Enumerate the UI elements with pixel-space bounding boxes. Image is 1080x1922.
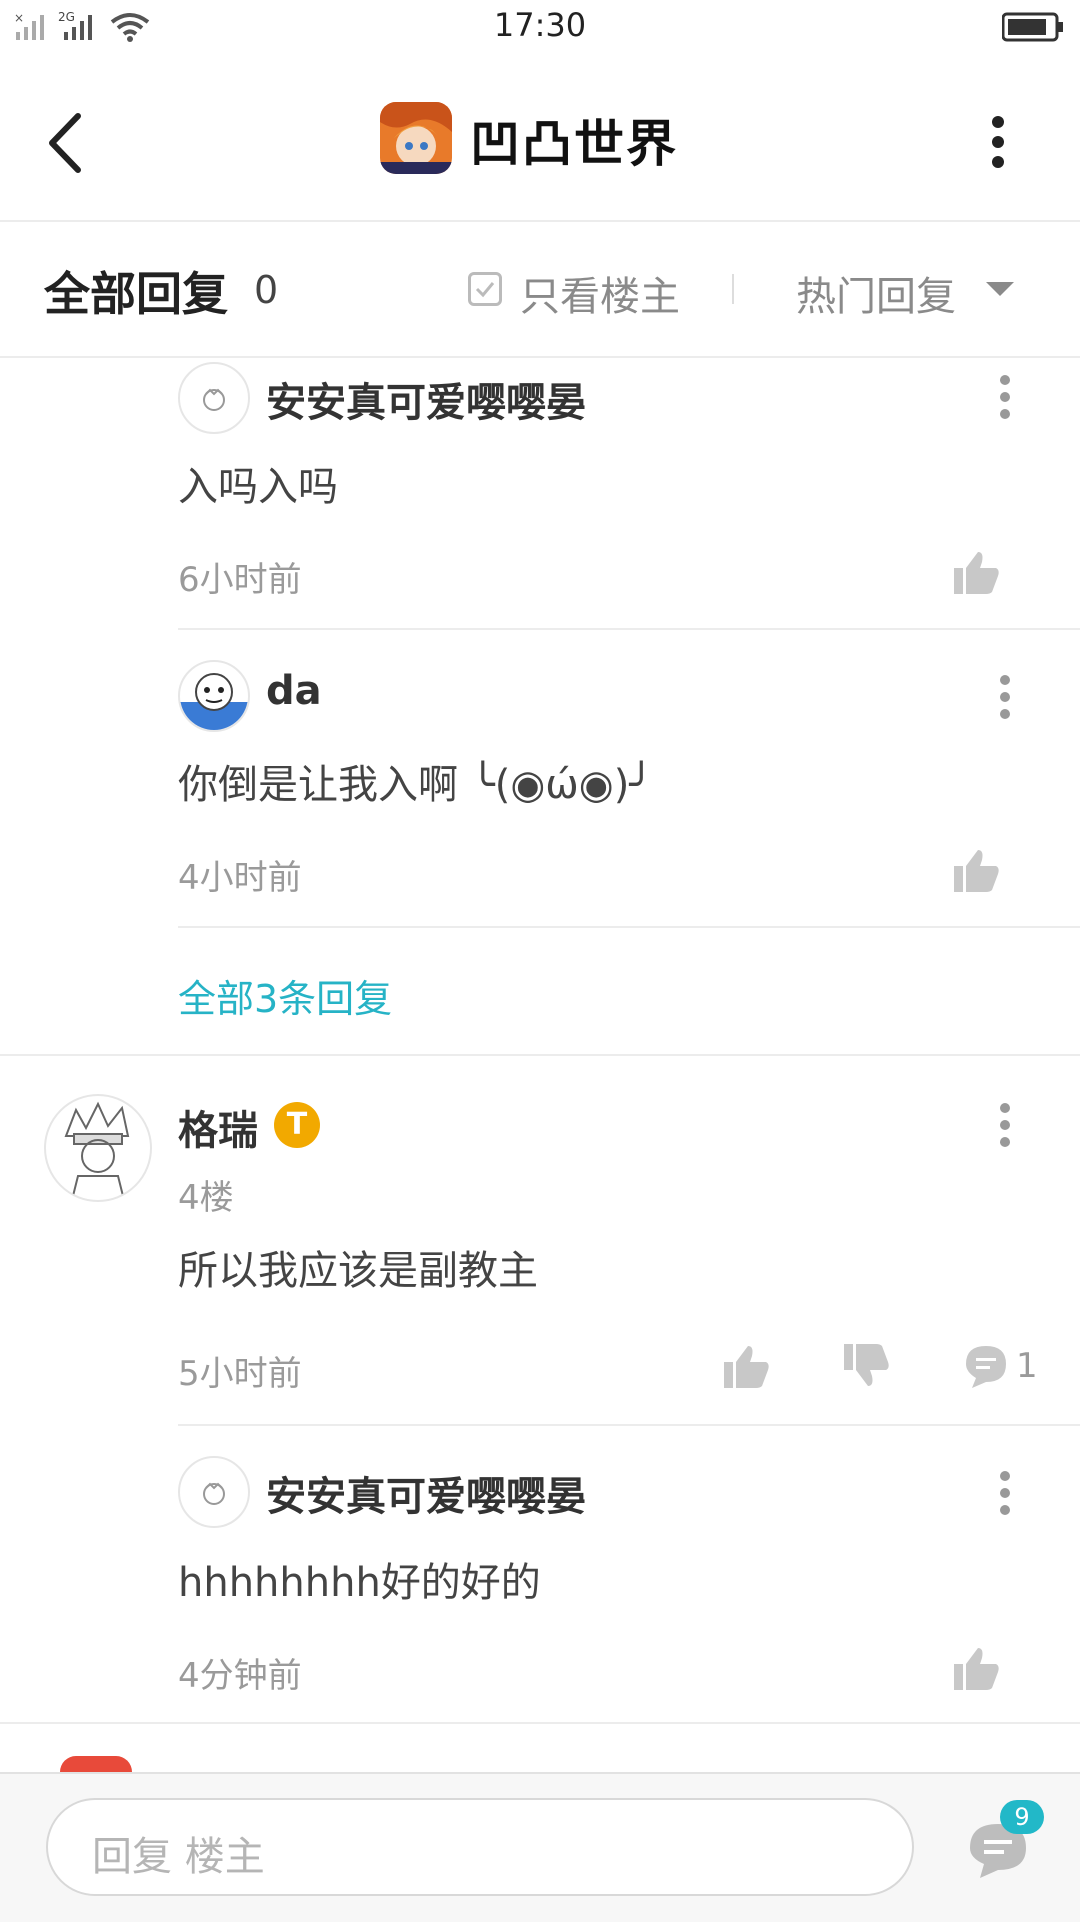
- more-options-icon[interactable]: [995, 1100, 1015, 1150]
- back-arrow-icon[interactable]: [40, 108, 94, 178]
- username[interactable]: 格瑞: [178, 1098, 258, 1156]
- comment-icon[interactable]: [962, 1342, 1010, 1390]
- username[interactable]: 安安真可爱嘤嘤晏: [266, 370, 586, 428]
- only-op-checkbox[interactable]: [468, 272, 502, 306]
- username[interactable]: 安安真可爱嘤嘤晏: [266, 1464, 586, 1522]
- user-level-badge: T: [274, 1102, 320, 1148]
- avatar[interactable]: [178, 362, 250, 434]
- page-title: 凹凸世界: [470, 115, 678, 173]
- more-options-icon[interactable]: [980, 112, 1016, 172]
- status-bar: × 2G 17:30: [0, 0, 1080, 56]
- more-options-icon[interactable]: [995, 672, 1015, 722]
- reply-filter-bar: 全部回复 0 只看楼主 热门回复: [0, 222, 1080, 358]
- comment-time: 6小时前: [178, 560, 302, 600]
- like-icon[interactable]: [952, 548, 1000, 596]
- divider: [0, 1722, 1080, 1724]
- view-all-replies-link[interactable]: 全部3条回复: [178, 968, 392, 1023]
- status-time: 17:30: [493, 6, 587, 44]
- comment-text: hhhhhhhh好的好的: [178, 1560, 541, 1606]
- reply-bar: 回复 楼主 9: [0, 1772, 1080, 1922]
- avatar[interactable]: [178, 1456, 250, 1528]
- avatar[interactable]: [44, 1094, 152, 1202]
- battery-icon: [1002, 12, 1063, 42]
- top-header: 凹凸世界: [0, 56, 1080, 222]
- check-icon: [475, 282, 495, 298]
- divider: [178, 926, 1080, 928]
- next-comment-avatar-partial: [60, 1756, 132, 1772]
- sort-dropdown[interactable]: 热门回复: [796, 264, 956, 322]
- like-icon[interactable]: [722, 1342, 770, 1390]
- like-icon[interactable]: [952, 846, 1000, 894]
- reply-input[interactable]: 回复 楼主: [46, 1798, 914, 1896]
- comment-time: 4小时前: [178, 858, 302, 898]
- reply-count: 1: [1016, 1346, 1038, 1386]
- all-replies-label: 全部回复: [44, 267, 228, 321]
- comment-time: 4分钟前: [178, 1656, 302, 1696]
- divider: [178, 1424, 1080, 1426]
- comment-text: 你倒是让我入啊 ╰(◉ώ◉)╯: [178, 762, 654, 808]
- reply-count: 0: [254, 268, 279, 312]
- forum-avatar-icon: [380, 102, 452, 174]
- reply-placeholder: 回复 楼主: [92, 1834, 265, 1880]
- dislike-icon[interactable]: [842, 1342, 890, 1390]
- more-options-icon[interactable]: [995, 372, 1015, 422]
- divider: [0, 1054, 1080, 1056]
- comment-time: 5小时前: [178, 1354, 302, 1394]
- dropdown-caret-icon[interactable]: [986, 282, 1014, 296]
- only-op-toggle[interactable]: 只看楼主: [520, 264, 680, 322]
- like-icon[interactable]: [952, 1644, 1000, 1692]
- filter-divider: [732, 274, 734, 304]
- floor-number: 4楼: [178, 1178, 234, 1218]
- avatar[interactable]: [178, 660, 250, 732]
- unread-badge: 9: [1000, 1800, 1044, 1834]
- more-options-icon[interactable]: [995, 1468, 1015, 1518]
- username[interactable]: da: [266, 668, 322, 714]
- comment-text: 入吗入吗: [178, 464, 338, 510]
- divider: [178, 628, 1080, 630]
- comment-text: 所以我应该是副教主: [178, 1248, 538, 1294]
